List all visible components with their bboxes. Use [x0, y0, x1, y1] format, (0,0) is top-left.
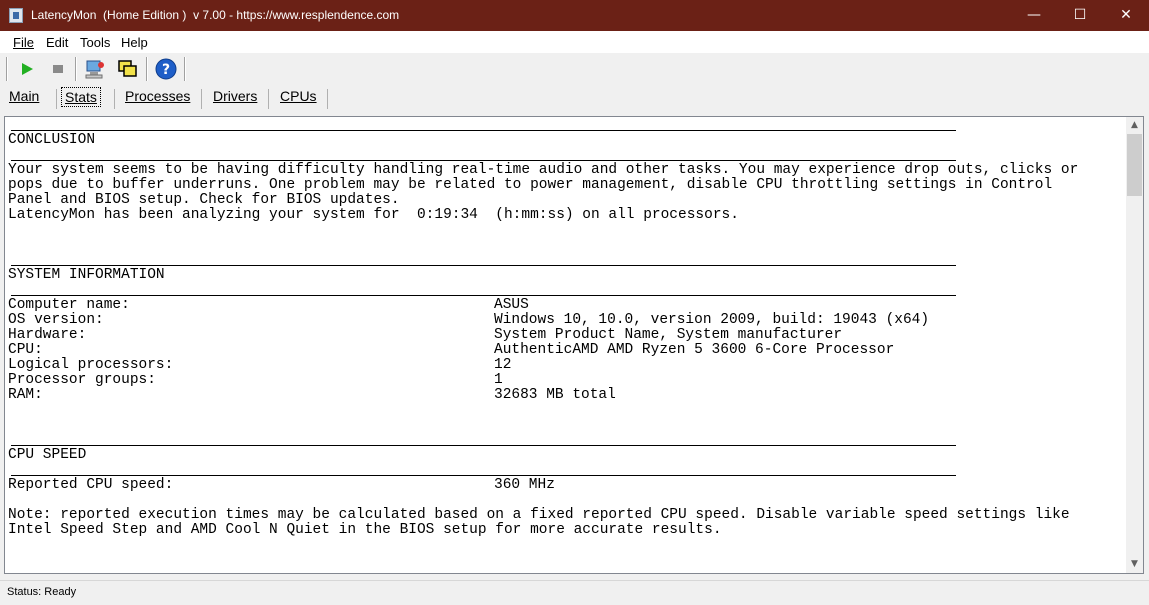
cpu-speed-label: Reported CPU speed:: [8, 477, 174, 493]
tab-processes[interactable]: Processes: [125, 88, 190, 104]
help-icon[interactable]: ?: [155, 58, 177, 80]
sysinfo-value: AuthenticAMD AMD Ryzen 5 3600 6-Core Pro…: [494, 342, 895, 358]
divider: [11, 160, 956, 161]
toolbar-separator: [75, 57, 77, 81]
toolbar-separator: [146, 57, 148, 81]
conclusion-line: pops due to buffer underruns. One proble…: [8, 177, 1053, 193]
minimize-button[interactable]: —: [1011, 0, 1057, 31]
sysinfo-label: Logical processors:: [8, 357, 174, 373]
conclusion-line: Panel and BIOS setup. Check for BIOS upd…: [8, 192, 400, 208]
sysinfo-value: 1: [494, 372, 503, 388]
tab-separator: [56, 89, 57, 109]
toolbar-separator: [6, 57, 8, 81]
section-header-conclusion: CONCLUSION: [8, 132, 96, 148]
conclusion-line: Your system seems to be having difficult…: [8, 162, 1079, 178]
section-header-cpu-speed: CPU SPEED: [8, 447, 87, 463]
toolbar-separator: [184, 57, 186, 81]
sysinfo-label: CPU:: [8, 342, 43, 358]
report-text-area[interactable]: CONCLUSION Your system seems to be havin…: [4, 116, 1144, 574]
sysinfo-value: 32683 MB total: [494, 387, 616, 403]
help-icon-glyph: ?: [162, 62, 170, 78]
sysinfo-label: Hardware:: [8, 327, 87, 343]
scroll-thumb[interactable]: [1127, 134, 1142, 196]
tab-separator: [327, 89, 328, 109]
conclusion-line: LatencyMon has been analyzing your syste…: [8, 207, 739, 223]
sysinfo-value: ASUS: [494, 297, 529, 313]
sysinfo-value: 12: [494, 357, 512, 373]
menu-file[interactable]: File: [13, 35, 34, 50]
window-title: LatencyMon (Home Edition ) v 7.00 - http…: [31, 8, 400, 22]
scroll-up-button[interactable]: ▲: [1126, 117, 1143, 134]
tab-stats[interactable]: Stats: [61, 87, 101, 107]
tab-separator: [201, 89, 202, 109]
tab-main[interactable]: Main: [9, 88, 39, 104]
menu-edit[interactable]: Edit: [46, 35, 68, 50]
menu-file-label: File: [13, 35, 34, 50]
close-button[interactable]: ✕: [1103, 0, 1149, 31]
menu-help[interactable]: Help: [121, 35, 148, 50]
title-bar: LatencyMon (Home Edition ) v 7.00 - http…: [0, 0, 1149, 31]
app-icon: [9, 8, 23, 23]
sysinfo-value: Windows 10, 10.0, version 2009, build: 1…: [494, 312, 930, 328]
status-bar: Status: Ready: [0, 580, 1149, 605]
note-line: Intel Speed Step and AMD Cool N Quiet in…: [8, 522, 722, 538]
pc-icon[interactable]: [84, 58, 106, 80]
divider: [11, 295, 956, 296]
tab-separator: [114, 89, 115, 109]
menu-bar: File Edit Tools Help: [0, 31, 1149, 53]
stop-icon[interactable]: [47, 58, 69, 80]
divider: [11, 130, 956, 131]
sysinfo-label: RAM:: [8, 387, 43, 403]
sysinfo-label: OS version:: [8, 312, 104, 328]
tab-bar: Main Stats Processes Drivers CPUs: [0, 85, 1149, 110]
play-icon[interactable]: [16, 58, 38, 80]
divider: [11, 475, 956, 476]
vertical-scrollbar[interactable]: ▲ ▼: [1126, 117, 1143, 573]
status-text: Status: Ready: [7, 586, 77, 598]
scroll-down-button[interactable]: ▼: [1126, 556, 1143, 573]
section-header-system-information: SYSTEM INFORMATION: [8, 267, 165, 283]
sysinfo-label: Processor groups:: [8, 372, 156, 388]
windows-icon[interactable]: [116, 58, 138, 80]
tab-drivers[interactable]: Drivers: [213, 88, 257, 104]
toolbar: ?: [0, 53, 1149, 85]
divider: [11, 265, 956, 266]
note-line: Note: reported execution times may be ca…: [8, 507, 1070, 523]
sysinfo-value: System Product Name, System manufacturer: [494, 327, 843, 343]
maximize-button[interactable]: ☐: [1057, 0, 1103, 31]
cpu-speed-value: 360 MHz: [494, 477, 555, 493]
menu-tools[interactable]: Tools: [80, 35, 110, 50]
sysinfo-label: Computer name:: [8, 297, 130, 313]
tab-separator: [268, 89, 269, 109]
tab-cpus[interactable]: CPUs: [280, 88, 317, 104]
divider: [11, 445, 956, 446]
